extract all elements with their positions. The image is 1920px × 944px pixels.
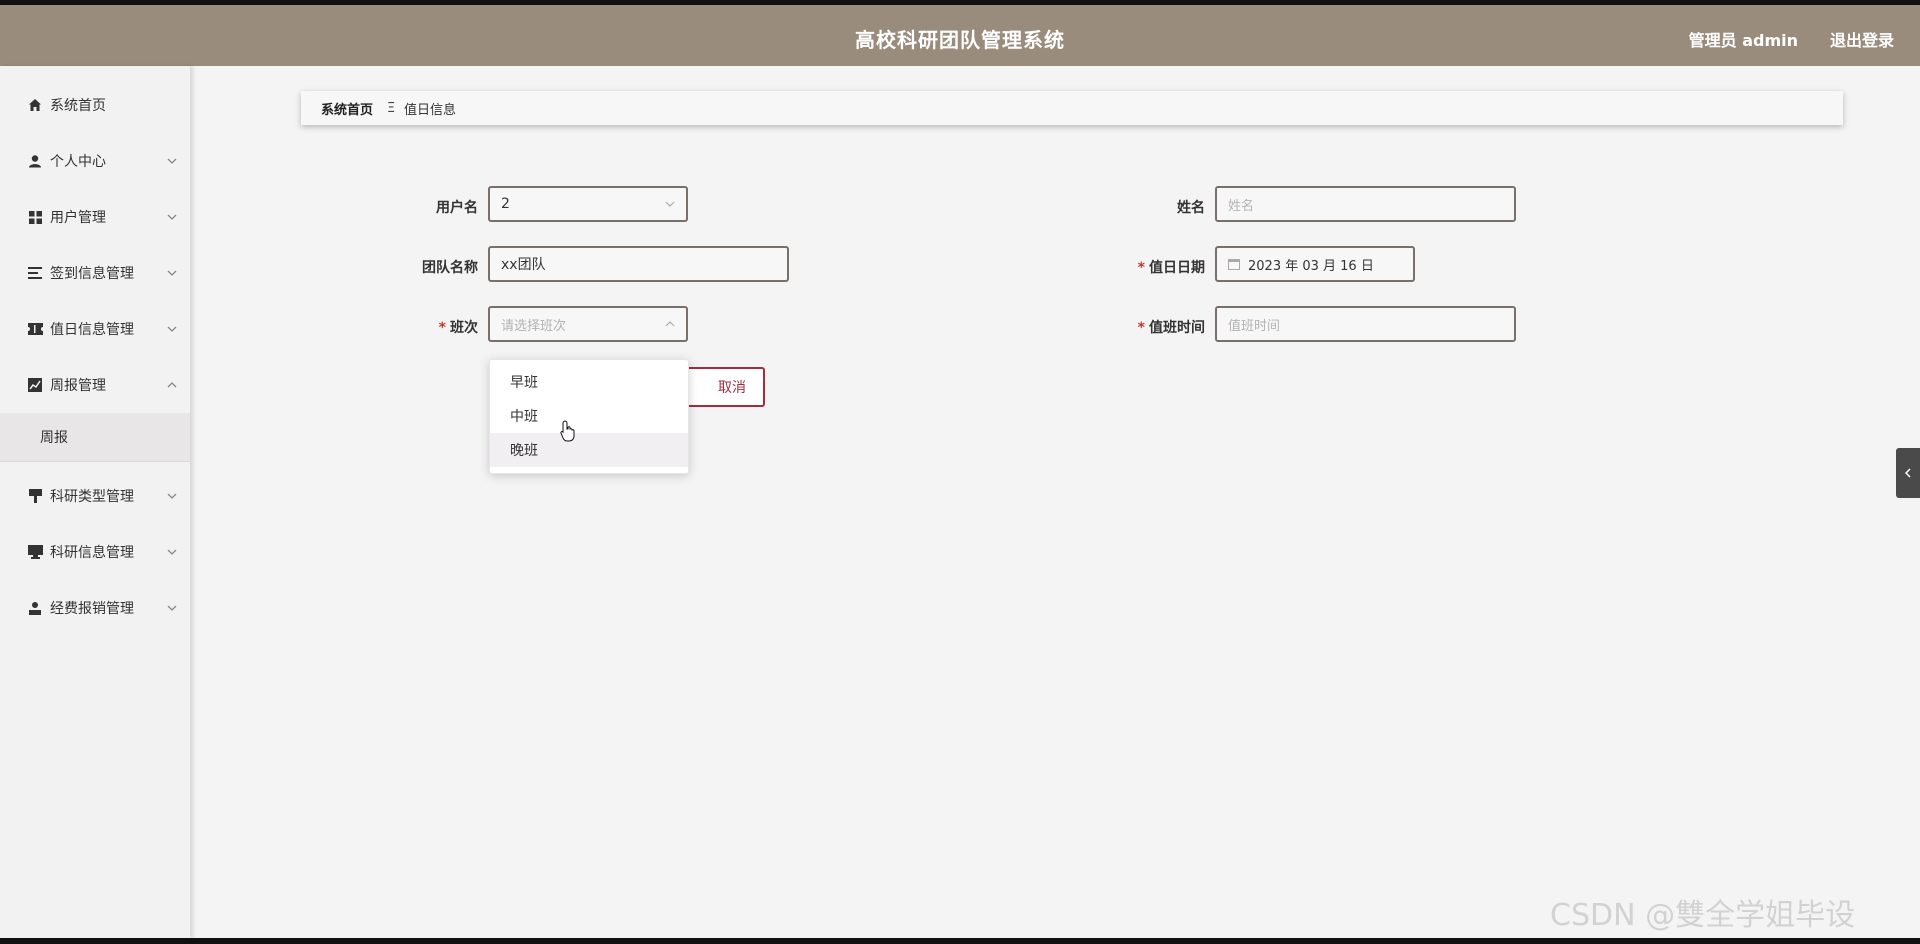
chevron-down-icon [167,214,177,220]
shift-time-placeholder: 值班时间 [1228,318,1281,334]
sidebar-item-label: 签到信息管理 [50,266,134,282]
shift-option-label: 晚班 [510,443,538,459]
sidebar-item-label: 经费报销管理 [50,601,134,617]
chevron-down-icon [167,605,177,611]
sidebar-item-label: 用户管理 [50,210,106,226]
breadcrumb-home[interactable]: 系统首页 [321,99,373,118]
chevron-down-icon [167,158,177,164]
chevron-down-icon [167,326,177,332]
name-label: 姓名 [1177,200,1205,216]
shift-label-text: 班次 [450,320,478,336]
person-icon [27,600,43,616]
shift-option-label: 中班 [510,409,538,425]
sidebar-item-expense[interactable]: 经费报销管理 [0,580,190,636]
duty-date-label: * 值日日期 [1085,257,1205,277]
sidebar-item-weekly[interactable]: 周报管理 [0,357,190,413]
name-input[interactable]: 姓名 [1215,186,1516,222]
chevron-down-icon [167,549,177,555]
breadcrumb-separator: Ξ [387,100,396,116]
username-label: 用户名 [436,200,478,216]
shift-select[interactable]: 请选择班次 [488,306,688,342]
top-header: 高校科研团队管理系统 管理员 admin 退出登录 [0,5,1920,66]
duty-date-picker[interactable]: 2023 年 03 月 16 日 [1215,246,1415,282]
shift-placeholder: 请选择班次 [501,318,567,334]
duty-date-label-text: 值日日期 [1149,260,1205,276]
duty-date-value: 2023 年 03 月 16 日 [1248,258,1374,274]
chart-icon [27,377,43,393]
sidebar-item-checkin[interactable]: 签到信息管理 [0,245,190,301]
name-placeholder: 姓名 [1228,198,1255,214]
current-user: 管理员 admin [1688,31,1798,50]
shift-option-midday[interactable]: 中班 [490,399,688,433]
chevron-down-icon [167,493,177,499]
required-mark: * [438,320,446,336]
sidebar-item-profile[interactable]: 个人中心 [0,133,190,189]
sidebar-item-research-type[interactable]: 科研类型管理 [0,468,190,524]
shift-time-label-text: 值班时间 [1149,320,1205,336]
sidebar-item-users[interactable]: 用户管理 [0,189,190,245]
bottom-border [0,938,1920,944]
sidebar-item-label: 科研类型管理 [50,489,134,505]
cancel-label: 取消 [718,380,746,396]
shift-option-evening[interactable]: 晚班 [490,433,688,467]
chevron-left-icon [1904,468,1911,478]
breadcrumb: 系统首页 Ξ 值日信息 [301,91,1843,125]
sidebar-divider [0,461,190,462]
home-icon [27,97,43,113]
list-icon [27,265,43,281]
team-name-input[interactable]: xx团队 [488,246,789,282]
sidebar-item-duty[interactable]: 值日信息管理 [0,301,190,357]
shift-option-label: 早班 [510,375,538,391]
sidebar-item-label: 科研信息管理 [50,545,134,561]
sidebar-item-research-info[interactable]: 科研信息管理 [0,524,190,580]
shift-dropdown: 早班 中班 晚班 [489,359,689,474]
shift-label: * 班次 [358,317,478,337]
user-icon [27,153,43,169]
grid-icon [27,209,43,225]
shift-time-input[interactable]: 值班时间 [1215,306,1516,342]
username-value: 2 [501,196,510,212]
hand-cursor-icon [560,420,575,442]
chevron-down-icon [665,201,675,207]
team-name-value: xx团队 [501,257,546,273]
app-title: 高校科研团队管理系统 [855,28,1065,52]
team-name-label: 团队名称 [422,260,478,276]
required-mark: * [1137,260,1145,276]
chevron-up-icon [665,321,675,327]
shift-time-label: * 值班时间 [1085,317,1205,337]
ticket-icon [27,321,43,337]
sidebar-item-home[interactable]: 系统首页 [0,77,190,133]
chevron-down-icon [167,270,177,276]
username-select[interactable]: 2 [488,186,688,222]
monitor-icon [27,544,43,560]
sidebar: 系统首页 个人中心 用户管理 签到信息管理 值日信息管理 周报管理 周报 科研类… [0,66,190,938]
required-mark: * [1137,320,1145,336]
watermark: CSDN @雙全学姐毕设 [1550,898,1856,933]
sidebar-item-label: 值日信息管理 [50,322,134,338]
sidebar-subitem-weekly-report[interactable]: 周报 [0,413,190,461]
sidebar-item-label: 个人中心 [50,154,106,170]
sidebar-subitem-label: 周报 [40,430,68,446]
calendar-icon [1228,259,1240,270]
side-panel-toggle[interactable] [1896,448,1920,498]
breadcrumb-current: 值日信息 [404,102,457,118]
shift-option-morning[interactable]: 早班 [490,365,688,399]
flag-icon [27,488,43,504]
chevron-up-icon [167,382,177,388]
logout-link[interactable]: 退出登录 [1830,27,1894,51]
sidebar-item-label: 系统首页 [50,98,106,114]
sidebar-item-label: 周报管理 [50,378,106,394]
